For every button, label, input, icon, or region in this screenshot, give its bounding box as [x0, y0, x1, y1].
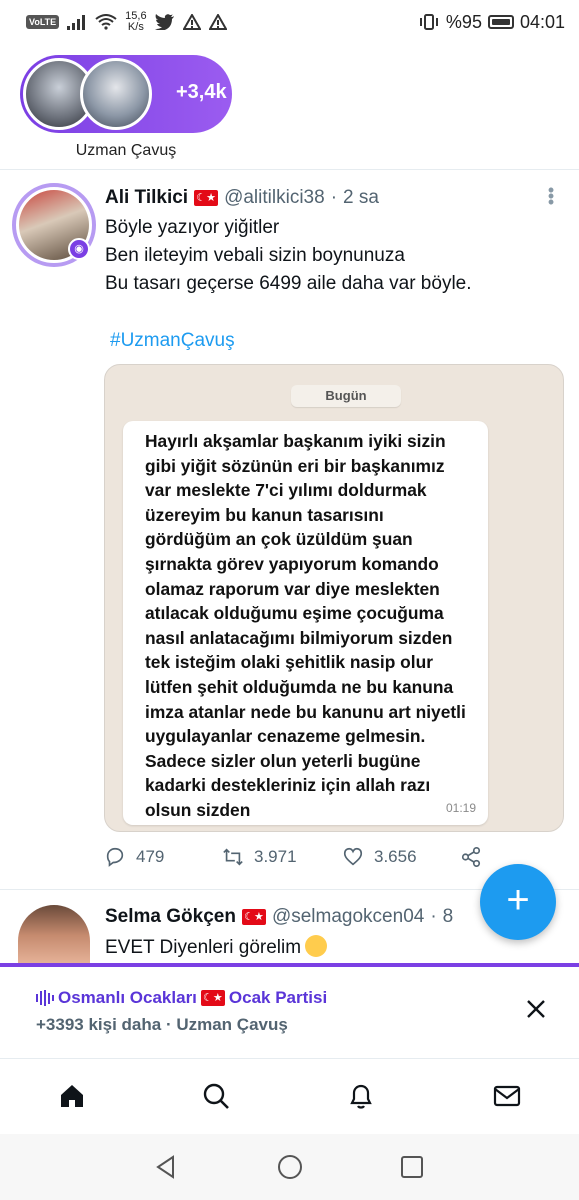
compose-tweet-button[interactable]: + [480, 864, 556, 940]
search-icon [203, 1083, 229, 1109]
tweet-actions: 479 3.971 3.656 [104, 846, 504, 874]
twitter-bird-icon [154, 14, 174, 30]
recents-icon[interactable] [399, 1154, 425, 1180]
signal-icon [67, 15, 86, 30]
reply-count: 479 [136, 847, 165, 866]
retweet-count: 3.971 [254, 847, 297, 866]
turkey-flag-icon: ☾★ [194, 190, 219, 206]
status-bar: VoLTE 15,6 K/s %95 04:01 [0, 0, 579, 44]
audio-bars-icon [36, 990, 54, 1006]
hashtag-link[interactable]: #UzmanÇavuş [110, 330, 235, 352]
vibrate-icon [419, 14, 438, 30]
reply-button[interactable]: 479 [104, 846, 164, 868]
retweet-icon [223, 848, 243, 866]
tweet-text: EVET Diyenleri görelim [105, 935, 328, 959]
tweet-text: Böyle yazıyor yiğitler Ben ileteyim veba… [105, 214, 565, 298]
search-tab[interactable] [201, 1081, 231, 1111]
message-text: Hayırlı akşamlar başkanım iyiki sizin gi… [145, 431, 466, 820]
home-tab[interactable] [57, 1081, 87, 1111]
tweet-header: Ali Tilkici ☾★ @alitilkici38 · 2 sa [105, 187, 379, 209]
notifications-tab[interactable] [346, 1081, 376, 1111]
smile-emoji-icon [305, 935, 328, 957]
tweet-media-image[interactable]: Bugün Hayırlı akşamlar başkanım iyiki si… [104, 364, 564, 832]
space-dock-title: Osmanlı Ocakları ☾★ Ocak Partisi [36, 988, 327, 1008]
turkey-flag-icon: ☾★ [241, 909, 266, 925]
author-name[interactable]: Selma Gökçen [105, 906, 236, 928]
space-dock-subtitle: +3393 kişi daha · Uzman Çavuş [36, 1015, 288, 1034]
like-button[interactable]: 3.656 [342, 846, 417, 868]
space-title: Uzman Çavuş [75, 142, 177, 159]
envelope-icon [493, 1085, 521, 1107]
date-chip: Bugün [291, 385, 401, 407]
like-count: 3.656 [374, 847, 417, 866]
back-icon[interactable] [153, 1154, 179, 1180]
message-time: 01:19 [445, 801, 476, 815]
author-handle[interactable]: @alitilkici38 [224, 187, 325, 209]
home-circle-icon[interactable] [277, 1154, 303, 1180]
author-name[interactable]: Ali Tilkici [105, 187, 188, 209]
space-dock[interactable]: Osmanlı Ocakları ☾★ Ocak Partisi +3393 k… [0, 967, 579, 1057]
system-nav-bar [0, 1134, 579, 1200]
messages-tab[interactable] [492, 1081, 522, 1111]
network-speed: 15,6 K/s [125, 10, 147, 33]
wifi-icon [95, 14, 117, 30]
close-icon[interactable] [522, 995, 550, 1023]
space-listener-count: +3,4k [176, 81, 227, 103]
space-pill[interactable]: +3,4k [20, 55, 232, 133]
turkey-flag-icon: ☾★ [200, 990, 225, 1006]
share-icon [461, 847, 481, 867]
message-bubble: Hayırlı akşamlar başkanım iyiki sizin gi… [123, 421, 488, 825]
tweet-time[interactable]: 2 sa [343, 187, 379, 209]
more-options-icon[interactable]: • • • [546, 181, 556, 211]
home-icon [61, 1085, 83, 1107]
separator-dot: · [430, 906, 437, 927]
retweet-button[interactable]: 3.971 [222, 846, 297, 868]
warning-icon [182, 14, 201, 30]
battery-percent: %95 [445, 11, 482, 32]
author-handle[interactable]: @selmagokcen04 [272, 906, 424, 928]
divider [0, 169, 579, 170]
separator-dot: · [330, 187, 338, 208]
battery-icon [487, 15, 514, 29]
clock: 04:01 [519, 11, 565, 32]
volte-indicator: VoLTE [26, 15, 60, 29]
space-badge-icon: ◉ [68, 238, 90, 260]
tweet-line: Bu tasarı geçerse 6499 aile daha var böy… [105, 273, 472, 294]
tweet-time[interactable]: 8 [443, 906, 454, 928]
avatar[interactable] [18, 905, 90, 965]
tweet-line: Ben ileteyim vebali sizin boynunuza [105, 245, 405, 266]
bottom-nav [0, 1058, 579, 1134]
share-button[interactable] [460, 846, 482, 868]
heart-icon [343, 847, 363, 866]
reply-icon [106, 847, 124, 867]
bell-icon [350, 1084, 372, 1109]
tweet-header: Selma Gökçen ☾★ @selmagokcen04 · 8 [105, 906, 453, 928]
tweet-line: Böyle yazıyor yiğitler [105, 217, 280, 238]
space-speaker-avatar [80, 58, 152, 130]
warning-icon-2 [208, 14, 227, 30]
